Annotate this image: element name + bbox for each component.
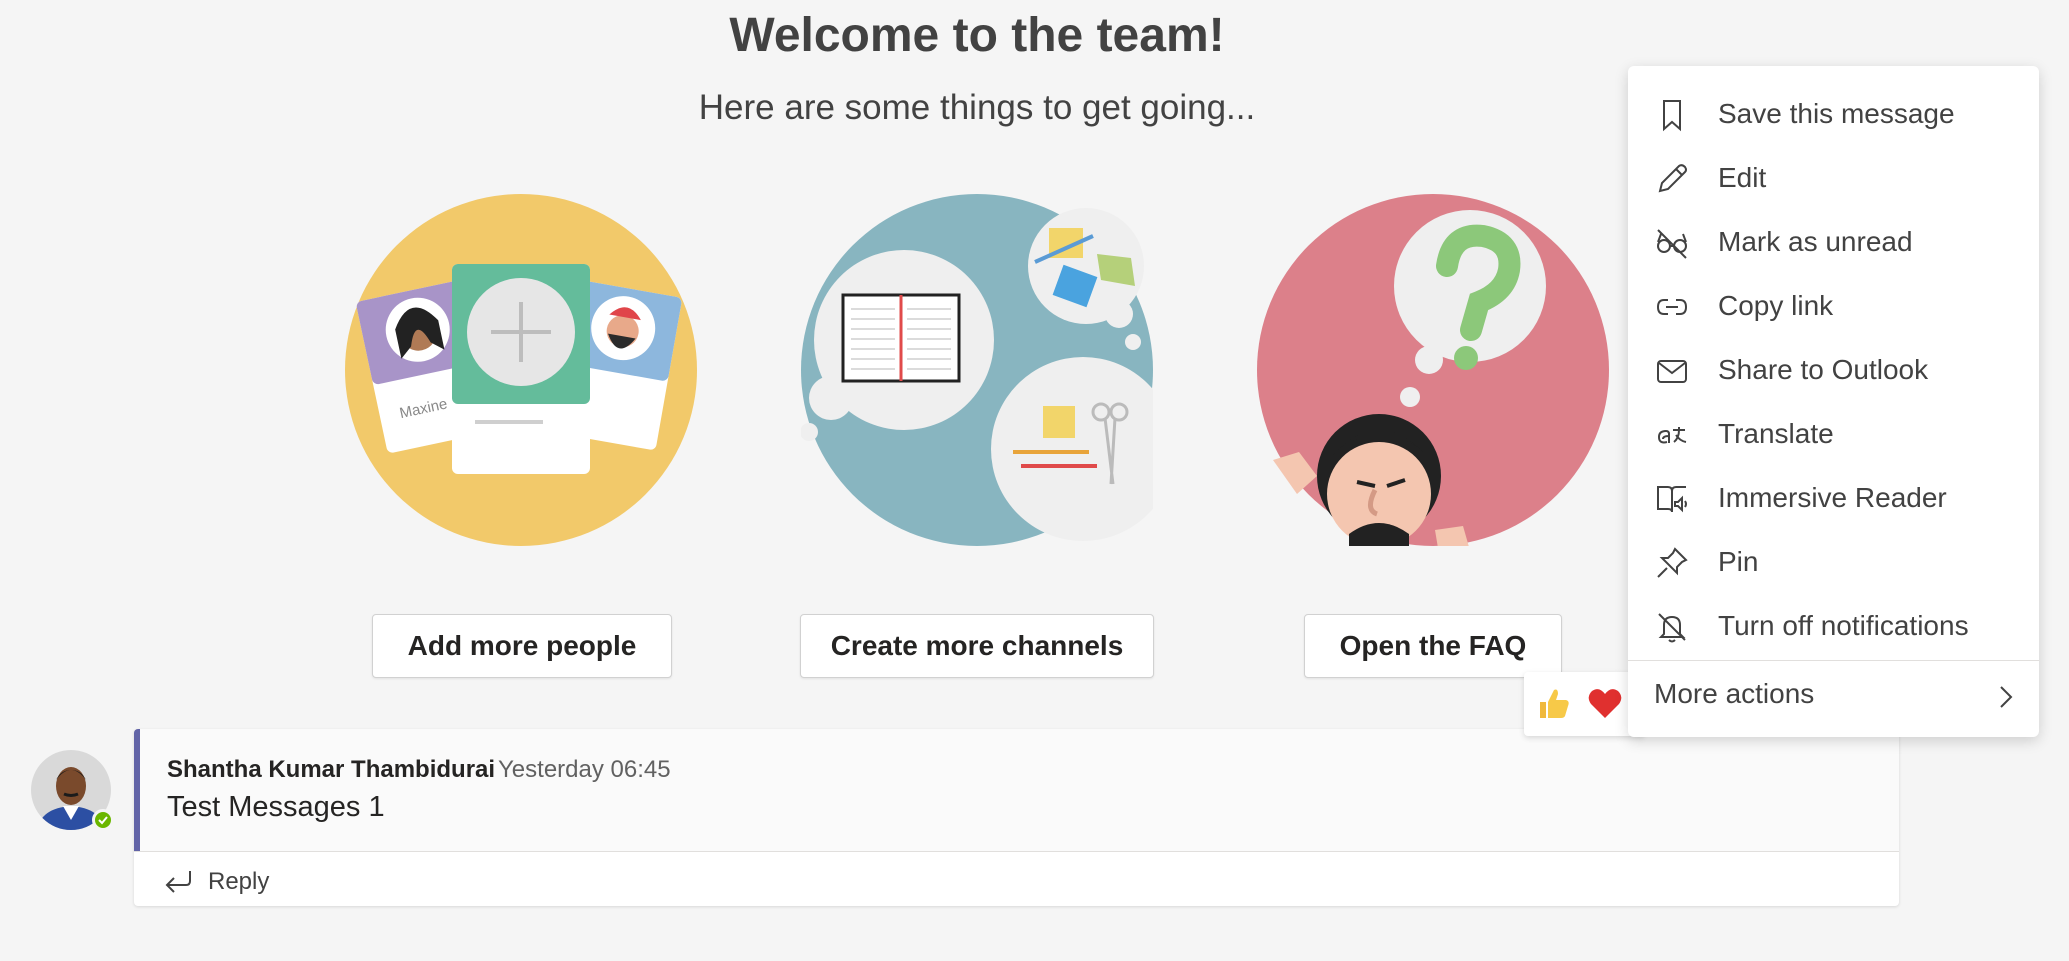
message-card[interactable]: Shantha Kumar Thambidurai Yesterday 06:4… <box>134 729 1899 906</box>
translate-icon <box>1657 427 1687 444</box>
open-faq-button[interactable]: Open the FAQ <box>1304 614 1562 678</box>
pin-icon <box>1657 547 1688 578</box>
presence-available-indicator <box>92 809 114 831</box>
thumbs-up-reaction[interactable] <box>1534 684 1574 724</box>
message-author: Shantha Kumar Thambidurai <box>167 756 496 783</box>
message-context-menu: Save this message Edit Mark as unread Co… <box>1628 66 2039 737</box>
bell-off-icon <box>1658 613 1686 643</box>
check-icon <box>98 816 108 825</box>
menu-item-more-actions[interactable]: More actions <box>1628 666 2039 730</box>
menu-item-mark-unread[interactable]: Mark as unread <box>1628 210 2039 274</box>
heart-icon <box>1588 689 1622 718</box>
divider <box>134 851 1899 852</box>
menu-item-translate[interactable]: Translate <box>1628 402 2039 466</box>
thumbs-up-icon <box>1540 689 1569 718</box>
reactions-bar <box>1524 672 1644 736</box>
reply-label: Reply <box>208 868 270 895</box>
create-more-channels-button[interactable]: Create more channels <box>800 614 1154 678</box>
heart-reaction[interactable] <box>1585 684 1625 724</box>
faq-question-illustration <box>1257 194 1609 546</box>
menu-item-label: Translate <box>1718 418 1834 449</box>
reply-icon <box>165 871 191 893</box>
glasses-off-icon <box>1657 229 1687 259</box>
menu-item-label: Turn off notifications <box>1718 610 1969 641</box>
message-text: Test Messages 1 <box>167 791 385 823</box>
reply-button[interactable]: Reply <box>164 862 269 902</box>
menu-item-label: Edit <box>1718 162 1767 193</box>
menu-item-save-message[interactable]: Save this message <box>1628 82 2039 146</box>
menu-item-edit[interactable]: Edit <box>1628 146 2039 210</box>
menu-item-label: Save this message <box>1718 98 1955 129</box>
menu-item-label: Immersive Reader <box>1718 482 1947 513</box>
channels-illustration <box>801 194 1153 546</box>
menu-item-label: Copy link <box>1718 290 1834 321</box>
immersive-reader-icon <box>1657 486 1687 513</box>
bookmark-icon <box>1663 100 1681 132</box>
more-actions-label: More actions <box>1654 678 1815 709</box>
pencil-icon <box>1658 164 1687 193</box>
menu-item-label: Pin <box>1718 546 1759 577</box>
message-body <box>134 729 1899 851</box>
link-icon <box>1656 299 1688 315</box>
menu-item-label: Share to Outlook <box>1718 354 1929 385</box>
chevron-right-icon <box>2000 686 2013 708</box>
menu-divider <box>1628 660 2039 661</box>
welcome-title: Welcome to the team! <box>729 9 1225 62</box>
menu-item-immersive-reader[interactable]: Immersive Reader <box>1628 466 2039 530</box>
menu-item-label: Mark as unread <box>1718 226 1913 257</box>
people-cards-illustration: Maxine ky <box>345 194 697 546</box>
message-accent-bar <box>134 729 140 851</box>
add-more-people-button[interactable]: Add more people <box>372 614 672 678</box>
message-timestamp: Yesterday 06:45 <box>498 756 671 783</box>
menu-item-turn-off-notifications[interactable]: Turn off notifications <box>1628 594 2039 658</box>
menu-item-copy-link[interactable]: Copy link <box>1628 274 2039 338</box>
mail-icon <box>1657 360 1687 383</box>
menu-item-pin[interactable]: Pin <box>1628 530 2039 594</box>
menu-item-share-outlook[interactable]: Share to Outlook <box>1628 338 2039 402</box>
